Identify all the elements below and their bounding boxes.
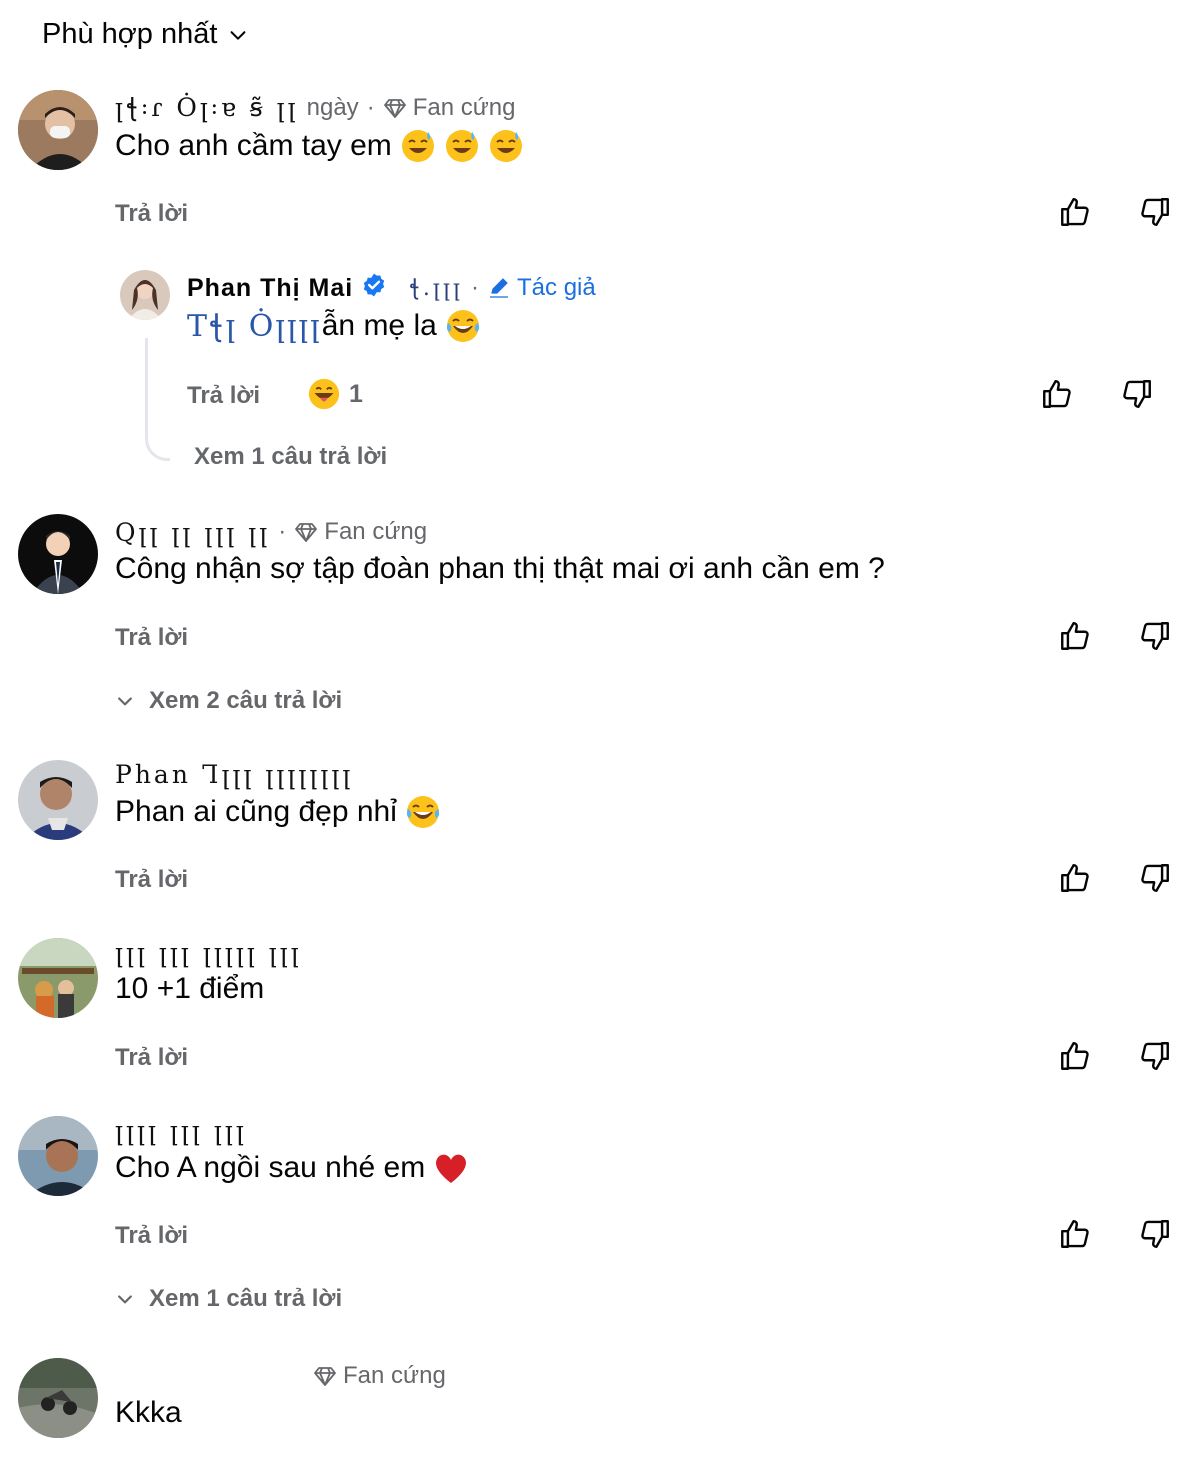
reply-button[interactable]: Trả lời bbox=[115, 866, 188, 894]
comment-item: ꞁꞎ꞉ɾ Ȯꞁ꞉ɐ ꞩ̃ ꞁꞁ ngày · Fan cứng Cho anh … bbox=[18, 90, 1178, 250]
badge-label: Tác giả bbox=[517, 274, 596, 301]
chevron-down-icon bbox=[118, 1295, 132, 1304]
like-button[interactable] bbox=[1058, 1039, 1092, 1073]
badge-label: Fan cứng bbox=[343, 1362, 446, 1389]
avatar[interactable] bbox=[18, 1358, 98, 1438]
thumbs-up-icon bbox=[1061, 198, 1089, 226]
commenter-name[interactable]: Phan Ꞁꞁꞁꞁ ꞁꞁꞁꞁꞁꞁꞁꞁ bbox=[115, 760, 353, 789]
laughing-tears-emoji-icon bbox=[406, 796, 440, 828]
like-button[interactable] bbox=[1058, 861, 1092, 895]
grinning-tongue-emoji-icon bbox=[308, 378, 340, 410]
diamond-icon bbox=[295, 523, 318, 542]
reaction-count: 1 bbox=[349, 379, 363, 408]
comment-text: Kkka bbox=[115, 1396, 182, 1429]
comment-item: Qꞁꞁ ꞁꞁ ꞁꞁꞁ ꞁꞁ · Fan cứng Công nhận sợ tậ… bbox=[18, 514, 1178, 714]
thumbs-up-icon bbox=[1061, 864, 1089, 892]
commenter-name[interactable]: Qꞁꞁ ꞁꞁ ꞁꞁꞁ ꞁꞁ bbox=[115, 518, 270, 547]
dislike-button[interactable] bbox=[1120, 377, 1154, 411]
view-replies-label: Xem 1 câu trả lời bbox=[194, 443, 388, 470]
comment-item: Fan cứng Kkka bbox=[18, 1358, 1178, 1468]
reaction-summary[interactable]: 1 bbox=[307, 377, 363, 411]
comment-text: Công nhận sợ tập đoàn phan thị thật mai … bbox=[115, 552, 885, 585]
dislike-button[interactable] bbox=[1138, 195, 1172, 229]
like-button[interactable] bbox=[1058, 195, 1092, 229]
thumbs-down-icon bbox=[1123, 380, 1151, 408]
view-replies-label: Xem 1 câu trả lời bbox=[149, 1285, 343, 1312]
reply-text: Tꞎꞁ Ȯꞁꞁꞁꞁ ẫn mẹ la bbox=[187, 308, 1178, 344]
commenter-name[interactable]: ꞁꞎ꞉ɾ Ȯꞁ꞉ɐ ꞩ̃ ꞁꞁ bbox=[115, 93, 299, 123]
diamond-icon bbox=[314, 1367, 336, 1386]
dislike-button[interactable] bbox=[1138, 1217, 1172, 1251]
comment-text: Phan ai cũng đẹp nhỉ bbox=[115, 794, 1178, 830]
chevron-down-icon bbox=[231, 30, 246, 40]
comment-text: Cho anh cầm tay em bbox=[115, 128, 1178, 164]
fan-badge: Fan cứng bbox=[313, 1362, 446, 1390]
chevron-down-icon bbox=[118, 697, 132, 706]
like-button[interactable] bbox=[1058, 1217, 1092, 1251]
thumbs-down-icon bbox=[1141, 1220, 1169, 1248]
sweat-smile-emoji-icon bbox=[445, 130, 478, 162]
dislike-button[interactable] bbox=[1138, 1039, 1172, 1073]
thumbs-down-icon bbox=[1141, 198, 1169, 226]
fan-badge: Fan cứng bbox=[294, 518, 427, 546]
commenter-name[interactable]: ꞁꞁꞁꞁ ꞁꞁꞁ ꞁꞁꞁ bbox=[115, 1116, 247, 1145]
reply-item: Phan Thị Mai ꞎ.ꞁꞁꞁ · Tác giả Tꞎꞁ Ȯꞁꞁꞁꞁ ẫn… bbox=[120, 270, 1178, 480]
comment-item: ꞁꞁꞁ ꞁꞁꞁ ꞁꞁꞁꞁꞁ ꞁꞁꞁ 10 +1 điểm Trả lời bbox=[18, 934, 1178, 1084]
view-replies-link[interactable]: Xem 2 câu trả lời bbox=[115, 687, 342, 715]
author-badge: Tác giả bbox=[487, 274, 596, 302]
comment-item: ꞁꞁꞁꞁ ꞁꞁꞁ ꞁꞁꞁ Cho A ngồi sau nhé em Trả l… bbox=[18, 1112, 1178, 1312]
laughing-tears-emoji-icon bbox=[446, 310, 479, 342]
thumbs-up-icon bbox=[1061, 1220, 1089, 1248]
thumbs-up-icon bbox=[1061, 1042, 1089, 1070]
fan-badge: Fan cứng bbox=[383, 94, 516, 122]
like-button[interactable] bbox=[1058, 619, 1092, 653]
sort-label: Phù hợp nhất bbox=[42, 18, 218, 50]
diamond-icon bbox=[383, 99, 406, 118]
like-button[interactable] bbox=[1040, 377, 1074, 411]
comment-item: Phan Ꞁꞁꞁꞁ ꞁꞁꞁꞁꞁꞁꞁꞁ Phan ai cũng đẹp nhỉ … bbox=[18, 756, 1178, 906]
comment-text: 10 +1 điểm bbox=[115, 972, 265, 1005]
thumbs-down-icon bbox=[1141, 622, 1169, 650]
dislike-button[interactable] bbox=[1138, 861, 1172, 895]
badge-label: Fan cứng bbox=[412, 94, 516, 121]
reply-button[interactable]: Trả lời bbox=[115, 1044, 188, 1072]
sweat-smile-emoji-icon bbox=[401, 130, 434, 162]
mention-link[interactable]: Tꞎꞁ Ȯꞁꞁꞁꞁ bbox=[187, 309, 322, 344]
reply-button[interactable]: Trả lời bbox=[115, 624, 188, 652]
thumbs-up-icon bbox=[1061, 622, 1089, 650]
reply-button[interactable]: Trả lời bbox=[187, 382, 260, 410]
pencil-icon bbox=[490, 278, 509, 298]
view-replies-label: Xem 2 câu trả lời bbox=[149, 687, 343, 714]
separator-dot: · bbox=[471, 274, 480, 301]
avatar[interactable] bbox=[18, 1116, 98, 1196]
view-replies-link[interactable]: Xem 1 câu trả lời bbox=[115, 1285, 342, 1313]
avatar[interactable] bbox=[18, 760, 98, 840]
separator-dot: · bbox=[366, 94, 375, 121]
comment-time: ꞎ.ꞁꞁꞁ bbox=[409, 275, 464, 301]
reply-button[interactable]: Trả lời bbox=[115, 200, 188, 228]
badge-label: Fan cứng bbox=[324, 518, 428, 545]
dislike-button[interactable] bbox=[1138, 619, 1172, 653]
separator-dot: · bbox=[278, 518, 287, 545]
thumbs-up-icon bbox=[1043, 380, 1071, 408]
thumbs-down-icon bbox=[1141, 1042, 1169, 1070]
author-name[interactable]: Phan Thị Mai bbox=[187, 274, 353, 303]
view-replies-link[interactable]: Xem 1 câu trả lời bbox=[194, 443, 387, 471]
avatar[interactable] bbox=[18, 938, 98, 1018]
red-heart-icon bbox=[436, 1154, 467, 1183]
verified-icon bbox=[361, 272, 387, 305]
avatar[interactable] bbox=[18, 514, 98, 594]
thumbs-down-icon bbox=[1141, 864, 1169, 892]
sweat-smile-emoji-icon bbox=[489, 130, 522, 162]
avatar[interactable] bbox=[120, 270, 170, 320]
reply-button[interactable]: Trả lời bbox=[115, 1222, 188, 1250]
sort-dropdown[interactable]: Phù hợp nhất bbox=[42, 18, 249, 51]
avatar[interactable] bbox=[18, 90, 98, 170]
commenter-name[interactable]: ꞁꞁꞁ ꞁꞁꞁ ꞁꞁꞁꞁꞁ ꞁꞁꞁ bbox=[115, 938, 302, 967]
comment-time: ngày bbox=[306, 94, 359, 121]
comment-text: Cho A ngồi sau nhé em bbox=[115, 1150, 1178, 1186]
